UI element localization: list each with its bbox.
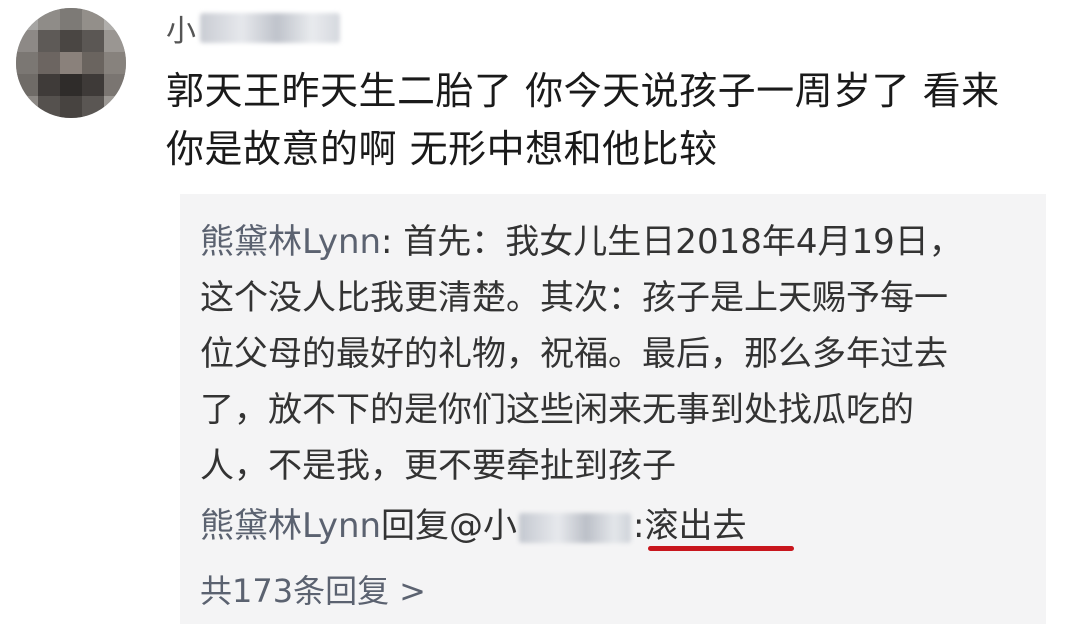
reply-first-line: 熊黛林Lynn: 首先：我女儿生日2018年4月19日， (200, 214, 1036, 270)
username-visible-text: 小 (166, 14, 196, 49)
mention-redacted (519, 512, 632, 543)
comment-line: 郭天王昨天生二胎了 你今天说孩子一周岁了 看来 (166, 69, 1000, 113)
username-redacted (200, 13, 340, 43)
comment-username[interactable]: 小 (166, 6, 340, 50)
reply2-separator: : (633, 506, 645, 546)
avatar[interactable] (16, 8, 126, 118)
comment-body: 郭天王昨天生二胎了 你今天说孩子一周岁了 看来 你是故意的啊 无形中想和他比较 (166, 62, 1046, 178)
reply-panel[interactable]: 熊黛林Lynn: 首先：我女儿生日2018年4月19日， 这个没人比我更清楚。其… (180, 194, 1046, 624)
red-underline-annotation (648, 546, 794, 551)
reply-text-line: 位父母的最好的礼物，祝福。最后，那么多年过去 (200, 334, 948, 374)
comment-card: 小 郭天王昨天生二胎了 你今天说孩子一周岁了 看来 你是故意的啊 无形中想和他比… (0, 0, 1080, 624)
reply-text-line: 人，不是我，更不要牵扯到孩子 (200, 446, 676, 486)
reply-item-2: 熊黛林Lynn回复@小:滚出去 (200, 500, 794, 552)
reply-item: 熊黛林Lynn: 首先：我女儿生日2018年4月19日， 这个没人比我更清楚。其… (200, 214, 1036, 494)
avatar-pixelation (16, 8, 126, 118)
more-replies-label: 共173条回复 (200, 572, 390, 610)
reply2-author-link[interactable]: 熊黛林Lynn (200, 506, 381, 546)
chevron-right-icon: > (399, 572, 426, 610)
reply2-message: 滚出去 (644, 506, 747, 546)
comment-line: 你是故意的啊 无形中想和他比较 (166, 127, 718, 171)
reply-text: : 首先：我女儿生日2018年4月19日， (381, 222, 963, 262)
more-replies-link[interactable]: 共173条回复 > (200, 566, 426, 616)
reply-author-link[interactable]: 熊黛林Lynn (200, 222, 381, 262)
reply-text-line: 了，放不下的是你们这些闲来无事到处找瓜吃的 (200, 390, 914, 430)
reply2-action: 回复@小 (381, 506, 518, 546)
reply-text-line: 这个没人比我更清楚。其次：孩子是上天赐予每一 (200, 278, 948, 318)
